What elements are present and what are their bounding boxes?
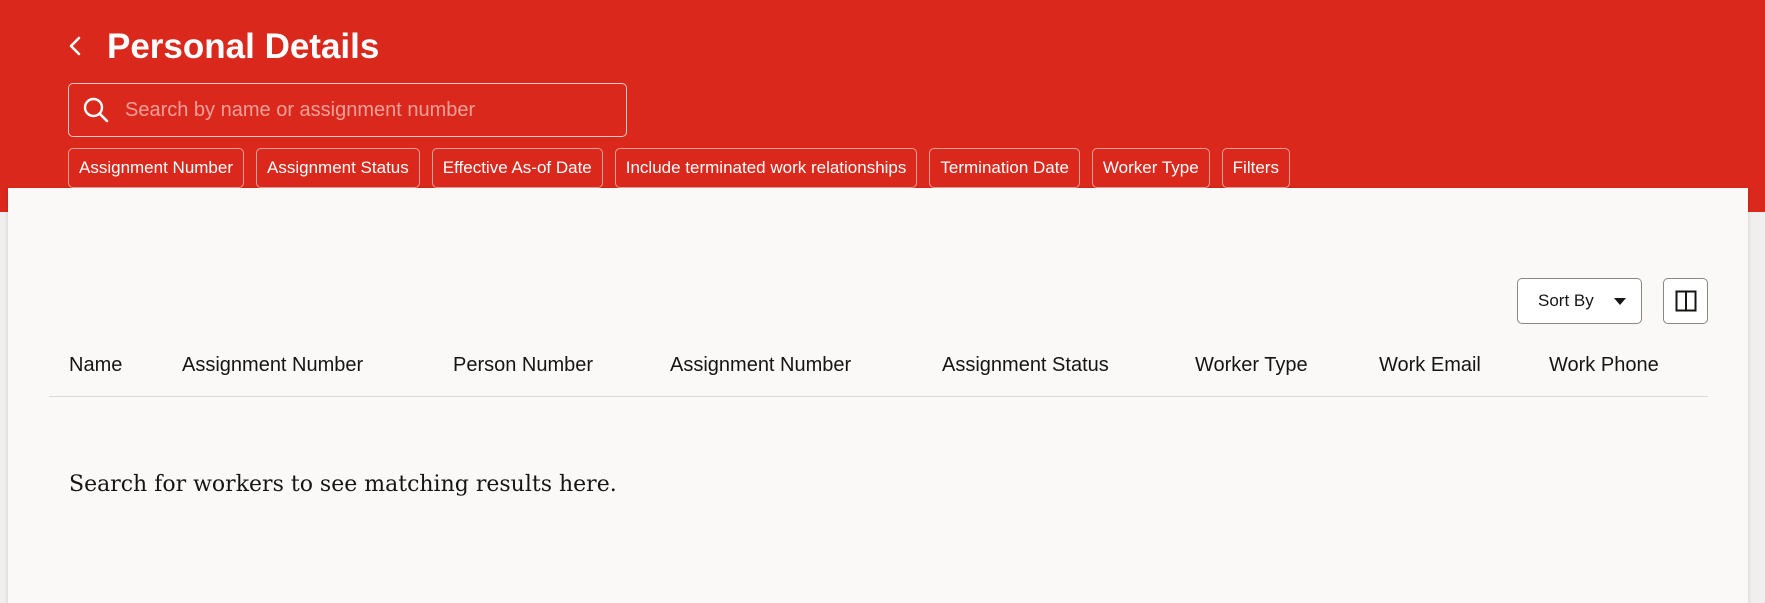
column-header-work-phone[interactable]: Work Phone (1549, 354, 1659, 377)
search-icon (81, 95, 111, 125)
split-view-button[interactable] (1663, 278, 1708, 324)
page-header: Personal Details Assignment Number Assig… (0, 0, 1765, 212)
column-header-person-number[interactable]: Person Number (453, 354, 593, 377)
results-panel: Sort By Name Assignment Number Person Nu… (8, 188, 1748, 603)
filter-chip-assignment-status[interactable]: Assignment Status (256, 148, 420, 188)
column-header-assignment-number-2[interactable]: Assignment Number (670, 354, 851, 377)
filter-chip-assignment-number[interactable]: Assignment Number (68, 148, 245, 188)
filter-chip-include-terminated[interactable]: Include terminated work relationships (614, 148, 918, 188)
filter-chip-worker-type[interactable]: Worker Type (1091, 148, 1210, 188)
caret-down-icon (1613, 297, 1626, 305)
search-input[interactable] (123, 89, 614, 131)
chevron-left-icon (69, 36, 81, 56)
column-header-assignment-status[interactable]: Assignment Status (942, 354, 1109, 377)
column-header-assignment-number[interactable]: Assignment Number (182, 354, 363, 377)
sort-by-button[interactable]: Sort By (1517, 278, 1642, 324)
search-box[interactable] (68, 83, 627, 137)
column-header-work-email[interactable]: Work Email (1379, 354, 1481, 377)
column-header-name[interactable]: Name (69, 354, 122, 377)
page-title: Personal Details (107, 27, 380, 66)
filter-chips: Assignment Number Assignment Status Effe… (68, 148, 1290, 188)
column-header-worker-type[interactable]: Worker Type (1195, 354, 1308, 377)
split-view-icon (1675, 290, 1696, 312)
back-button[interactable] (62, 30, 88, 62)
filter-chip-effective-as-of-date[interactable]: Effective As-of Date (431, 148, 603, 188)
sort-by-label: Sort By (1538, 291, 1594, 310)
table-header: Name Assignment Number Person Number Ass… (49, 338, 1708, 397)
filter-chip-termination-date[interactable]: Termination Date (929, 148, 1080, 188)
filter-chip-filters[interactable]: Filters (1221, 148, 1290, 188)
empty-results-message: Search for workers to see matching resul… (69, 472, 617, 497)
